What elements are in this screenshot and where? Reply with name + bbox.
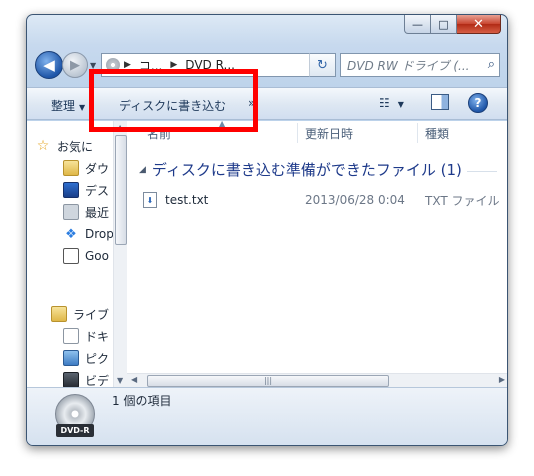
details-pane: DVD-R 1 個の項目 <box>27 387 507 445</box>
navigation-pane: ☆ お気に ダウ デス 最近 ❖ Drop Goo ライブ ドキ ピク ビデ ▲… <box>27 121 127 387</box>
view-details-icon: ☷ <box>379 96 390 110</box>
scroll-left-icon[interactable]: ◀ <box>131 375 137 384</box>
star-icon: ☆ <box>36 138 50 154</box>
sidebar-item-desktop[interactable]: デス <box>63 179 109 201</box>
desktop-icon <box>63 182 79 198</box>
google-drive-icon <box>63 248 79 264</box>
sidebar-item-documents[interactable]: ドキ <box>63 325 109 347</box>
content-area: ☆ お気に ダウ デス 最近 ❖ Drop Goo ライブ ドキ ピク ビデ ▲… <box>27 119 507 387</box>
preview-pane-button[interactable] <box>431 94 449 110</box>
sidebar-item-label: 最近 <box>85 205 110 220</box>
column-divider[interactable] <box>297 123 298 143</box>
drive-tag: DVD-R <box>56 424 94 437</box>
sidebar-item-libraries[interactable]: ライブ <box>51 303 109 325</box>
close-button[interactable]: ✕ <box>457 15 501 34</box>
sidebar-item-dropbox[interactable]: ❖ Drop <box>63 223 114 245</box>
sidebar-item-label: Drop <box>85 227 114 241</box>
column-header-date[interactable]: 更新日時 <box>305 121 353 145</box>
search-input[interactable]: DVD RW ドライブ (... ⌕ <box>340 53 500 77</box>
caption-buttons: — □ ✕ <box>404 15 501 35</box>
file-name: test.txt <box>165 193 209 207</box>
group-header[interactable]: ◢ ディスクに書き込む準備ができたファイル (1) <box>139 159 462 180</box>
sidebar-item-recent[interactable]: 最近 <box>63 201 109 223</box>
scroll-right-icon[interactable]: ▶ <box>499 375 505 384</box>
forward-button[interactable]: ▶ <box>62 52 88 78</box>
horizontal-scrollbar[interactable]: ◀ ||| ▶ <box>127 373 507 387</box>
sidebar-item-favorites[interactable]: ☆ お気に <box>35 135 93 157</box>
sidebar-item-label: ライブ <box>73 307 110 322</box>
videos-icon <box>63 372 79 387</box>
status-text: 1 個の項目 <box>112 394 172 408</box>
sidebar-item-label: デス <box>85 183 110 198</box>
search-icon[interactable]: ⌕ <box>488 57 495 72</box>
refresh-button[interactable]: ↻ <box>309 53 336 77</box>
search-placeholder: DVD RW ドライブ (... <box>347 58 470 73</box>
sidebar-item-label: ドキ <box>85 329 110 344</box>
file-type: TXT ファイル <box>425 193 500 208</box>
chevron-down-icon: ▼ <box>79 103 86 112</box>
file-date: 2013/06/28 0:04 <box>305 193 405 207</box>
sidebar-item-pictures[interactable]: ピク <box>63 347 109 369</box>
sidebar-item-label: お気に <box>57 139 94 154</box>
organize-button[interactable]: 整理 ▼ <box>51 97 85 114</box>
change-view-button[interactable]: ☷ ▼ <box>379 96 404 110</box>
sidebar-item-videos[interactable]: ビデ <box>63 369 109 387</box>
organize-label: 整理 <box>51 99 76 113</box>
help-button[interactable]: ? <box>468 93 488 113</box>
recent-places-icon <box>63 204 79 220</box>
dvd-disc-icon: DVD-R <box>52 394 98 440</box>
collapse-group-icon[interactable]: ◢ <box>139 165 146 175</box>
back-button[interactable]: ◀ <box>35 51 63 79</box>
group-divider <box>467 171 497 172</box>
scrollbar-thumb[interactable] <box>115 135 127 245</box>
sidebar-item-label: ピク <box>85 351 110 366</box>
sidebar-item-label: ダウ <box>85 161 110 176</box>
scrollbar-thumb[interactable]: ||| <box>147 375 389 387</box>
column-header-type[interactable]: 種類 <box>425 121 449 145</box>
pictures-icon <box>63 350 79 366</box>
highlight-box <box>89 69 258 132</box>
column-divider[interactable] <box>417 123 418 143</box>
maximize-button[interactable]: □ <box>431 15 457 34</box>
minimize-button[interactable]: — <box>404 15 431 34</box>
dropbox-icon: ❖ <box>65 226 77 242</box>
downloads-folder-icon <box>63 160 79 176</box>
libraries-icon <box>51 306 67 322</box>
sidebar-item-label: ビデ <box>85 373 110 388</box>
file-list-pane: ▲ 名前 更新日時 種類 ◢ ディスクに書き込む準備ができたファイル (1) ⬇… <box>127 119 507 387</box>
documents-icon <box>63 328 79 344</box>
scroll-down-icon[interactable]: ▼ <box>117 376 123 385</box>
file-row[interactable]: ⬇ test.txt 2013/06/28 0:04 TXT ファイル <box>143 189 507 211</box>
sidebar-item-downloads[interactable]: ダウ <box>63 157 109 179</box>
group-label: ディスクに書き込む準備ができたファイル (1) <box>151 161 462 179</box>
sidebar-item-label: Goo <box>85 249 109 263</box>
chevron-down-icon: ▼ <box>397 100 404 109</box>
navigation-scrollbar[interactable]: ▲ ▼ <box>113 121 127 387</box>
pending-burn-file-icon: ⬇ <box>143 192 157 208</box>
sidebar-item-google[interactable]: Goo <box>63 245 109 267</box>
